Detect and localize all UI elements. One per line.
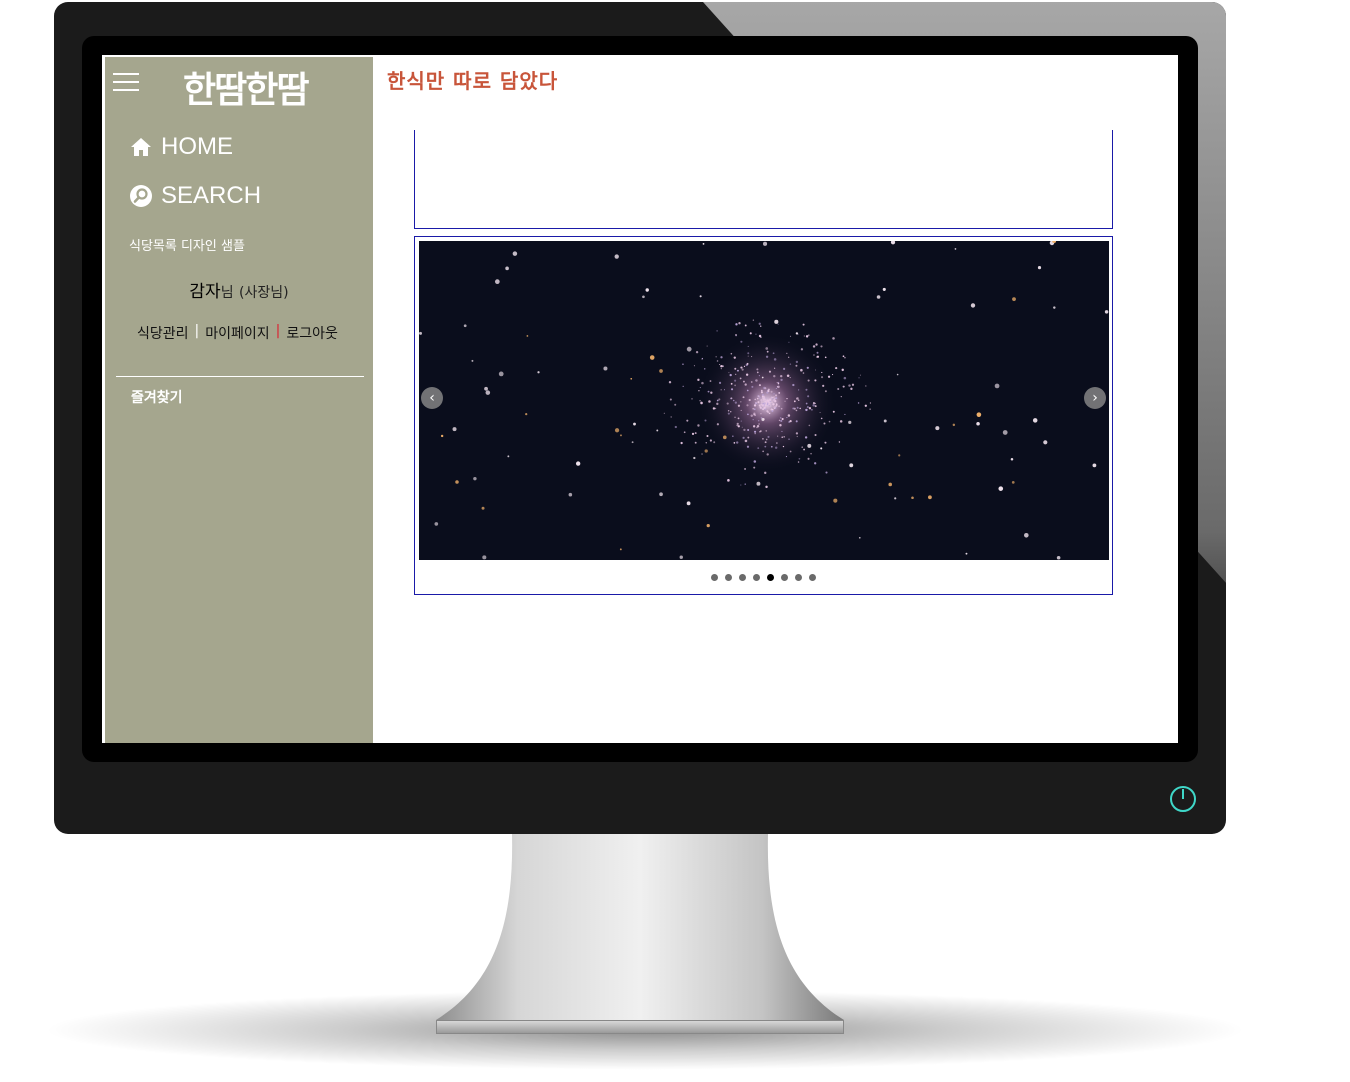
sidebar: 한땀한땀 HOME SEARCH 식당목록 디자인 샘플 감자님 (사장님) 식… xyxy=(102,55,373,743)
image-slider: ‹ › xyxy=(414,236,1113,595)
link-separator: | xyxy=(275,323,281,339)
chevron-right-icon: › xyxy=(1092,390,1098,406)
slider-dot[interactable] xyxy=(795,574,802,581)
logout-link[interactable]: 로그아웃 xyxy=(286,323,338,343)
hamburger-menu-icon[interactable] xyxy=(113,68,141,96)
user-honorific: 님 xyxy=(220,285,234,301)
nav-label-search: SEARCH xyxy=(161,182,262,209)
search-icon xyxy=(130,185,152,207)
slider-next-button[interactable]: › xyxy=(1084,387,1106,409)
slider-dot[interactable] xyxy=(753,574,760,581)
slider-dots xyxy=(415,574,1112,581)
slider-dot[interactable] xyxy=(725,574,732,581)
slider-dot[interactable] xyxy=(809,574,816,581)
link-separator: | xyxy=(194,323,200,339)
nav-label-home: HOME xyxy=(161,133,233,160)
restaurant-manage-link[interactable]: 식당관리 xyxy=(137,323,189,343)
slider-dot[interactable] xyxy=(767,574,774,581)
slider-dot[interactable] xyxy=(711,574,718,581)
monitor-stand xyxy=(436,834,844,1020)
monitor-screen: 한땀한땀 HOME SEARCH 식당목록 디자인 샘플 감자님 (사장님) 식… xyxy=(102,55,1178,743)
chevron-left-icon: ‹ xyxy=(429,390,435,406)
monitor-stand-base xyxy=(436,1020,844,1034)
nav-item-home[interactable]: HOME xyxy=(129,133,233,161)
content-box xyxy=(414,130,1113,229)
user-name: 감자 xyxy=(189,282,221,302)
sidebar-divider xyxy=(116,376,364,377)
slider-prev-button[interactable]: ‹ xyxy=(421,387,443,409)
user-role: (사장님) xyxy=(239,285,289,301)
mypage-link[interactable]: 마이페이지 xyxy=(205,323,269,343)
slider-dot[interactable] xyxy=(739,574,746,581)
site-tagline: 한식만 따로 담았다 xyxy=(387,69,559,93)
slide-image xyxy=(419,241,1109,560)
star-cluster-image xyxy=(419,241,1109,560)
nav-item-search[interactable]: SEARCH xyxy=(129,182,261,210)
site-logo[interactable]: 한땀한땀 xyxy=(183,61,309,113)
restaurant-list-sample-link[interactable]: 식당목록 디자인 샘플 xyxy=(129,235,245,254)
power-icon[interactable] xyxy=(1168,784,1198,814)
slider-dot[interactable] xyxy=(781,574,788,581)
user-greeting: 감자님 (사장님) xyxy=(105,277,373,302)
user-links: 식당관리 | 마이페이지 | 로그아웃 xyxy=(137,323,338,343)
home-icon xyxy=(131,138,151,156)
favorites-heading[interactable]: 즐겨찾기 xyxy=(131,387,183,407)
